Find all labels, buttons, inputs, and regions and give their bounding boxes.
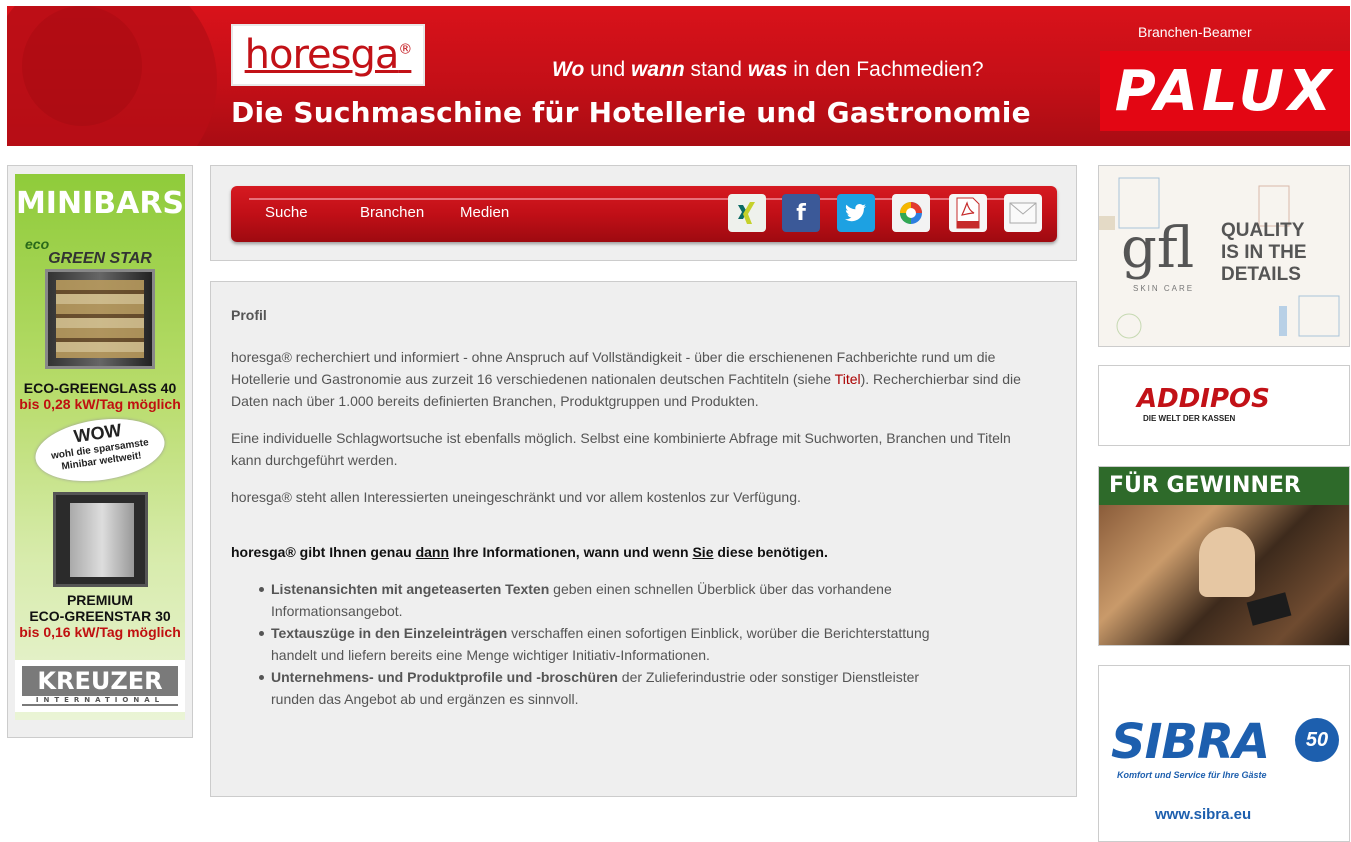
bullet-bold: Listenansichten mit angeteaserten Texten	[271, 581, 550, 597]
registered-mark: ®	[398, 41, 412, 58]
ad-sibra[interactable]: SIBRA 50 Komfort und Service für Ihre Gä…	[1098, 665, 1350, 842]
tagline-stand: stand	[684, 58, 748, 81]
kreuzer-sub: INTERNATIONAL	[22, 696, 178, 704]
tagline-und: und	[584, 58, 631, 81]
wow-badge: WOW wohl die sparsamste Minibar weltweit!	[31, 411, 169, 489]
profile-heading: Profil	[231, 307, 267, 323]
ad-power-2: bis 0,16 kW/Tag möglich	[19, 624, 181, 640]
gfl-slogan: QUALITY IS IN THE DETAILS	[1221, 220, 1307, 286]
nav-medien[interactable]: Medien	[460, 204, 509, 221]
addipos-logo: ADDIPOS	[1137, 384, 1270, 414]
bullet-bold: Textauszüge in den Einzeleinträgen	[271, 625, 508, 641]
glass-minibar-image	[45, 269, 155, 369]
xing-icon[interactable]	[728, 194, 766, 232]
ad-gfl[interactable]: gfl SKIN CARE QUALITY IS IN THE DETAILS	[1098, 165, 1350, 347]
person-figure	[1199, 527, 1255, 597]
kreuzer-text: KREUZER	[37, 667, 163, 695]
nav-frame: Suche Branchen Medien f	[210, 165, 1077, 261]
minibars-banner[interactable]: MINIBARS eco GREEN STAR ECO-GREENGLASS 4…	[15, 174, 185, 720]
ad-premium: PREMIUM	[66, 592, 134, 608]
ad-title: MINIBARS	[15, 186, 185, 221]
left-ad-minibars[interactable]: MINIBARS eco GREEN STAR ECO-GREENGLASS 4…	[7, 165, 193, 738]
list-item: Textauszüge in den Einzeleinträgen versc…	[259, 622, 961, 666]
tagline-rest: in den Fachmedien?	[787, 58, 984, 81]
profile-paragraph-1: horesga® recherchiert und informiert - o…	[231, 346, 1031, 412]
list-item: Unternehmens- und Produktprofile und -br…	[259, 666, 961, 710]
sibra-url[interactable]: www.sibra.eu	[1155, 806, 1251, 823]
page-headline: Die Suchmaschine für Hotellerie und Gast…	[231, 96, 1031, 129]
twitter-icon[interactable]	[837, 194, 875, 232]
eye-graphic	[7, 6, 217, 146]
sibra-sub: Komfort und Service für Ihre Gäste	[1117, 770, 1267, 780]
minibar-image	[53, 492, 148, 587]
profile-paragraph-2: Eine individuelle Schlagwortsuche ist eb…	[231, 430, 1011, 468]
gfl-logo: gfl	[1121, 216, 1195, 281]
profile-content: Profil horesga® recherchiert und informi…	[210, 281, 1077, 797]
pdf-icon[interactable]	[949, 194, 987, 232]
profile-lead: horesga® gibt Ihnen genau dann Ihre Info…	[231, 541, 1031, 563]
horesga-logo[interactable]: horesga®	[231, 24, 425, 86]
slogan-line: IS IN THE	[1221, 242, 1307, 263]
sibra-logo: SIBRA	[1111, 714, 1270, 770]
lead-part-b: Ihre Informationen, wann und wenn	[449, 544, 693, 560]
nav-branchen[interactable]: Branchen	[360, 204, 424, 221]
lead-part-c: diese benötigen.	[713, 544, 828, 560]
slogan-line: QUALITY	[1221, 220, 1305, 241]
ad-greenstar: GREEN STAR	[48, 250, 152, 267]
ad-model-1: ECO-GREENGLASS 40	[23, 380, 177, 396]
google-buzz-icon[interactable]	[892, 194, 930, 232]
ad-power-1: bis 0,28 kW/Tag möglich	[19, 396, 181, 412]
titel-link[interactable]: Titel	[835, 371, 861, 387]
nav-suche[interactable]: Suche	[265, 204, 308, 221]
palux-banner[interactable]: PALUX	[1100, 51, 1350, 131]
gewinner-title: FÜR GEWINNER	[1109, 473, 1301, 498]
list-item: Listenansichten mit angeteaserten Texten…	[259, 578, 961, 622]
addipos-sub: DIE WELT DER KASSEN	[1143, 414, 1236, 423]
bullet-bold: Unternehmens- und Produktprofile und -br…	[271, 669, 618, 685]
tagline-was: was	[747, 58, 788, 81]
lead-sie: Sie	[692, 544, 714, 560]
logo-text: horesga	[244, 32, 400, 78]
sponsor-label: Branchen-Beamer	[1138, 24, 1252, 40]
tagline-wo: Wo	[552, 58, 585, 81]
sibra-50-badge: 50	[1295, 718, 1339, 762]
feature-list: Listenansichten mit angeteaserten Texten…	[231, 578, 1056, 710]
profile-paragraph-3: horesga® steht allen Interessierten unei…	[231, 489, 801, 505]
main-nav: Suche Branchen Medien f	[231, 186, 1057, 242]
ad-addipos[interactable]: ADDIPOS DIE WELT DER KASSEN	[1098, 365, 1350, 446]
site-header: horesga® Wo und wann stand was in den Fa…	[7, 6, 1350, 146]
gfl-sub: SKIN CARE	[1133, 284, 1195, 293]
tagline: Wo und wann stand was in den Fachmedien?	[552, 58, 984, 82]
email-icon[interactable]	[1004, 194, 1042, 232]
tagline-wann: wann	[631, 58, 685, 81]
facebook-icon[interactable]: f	[782, 194, 820, 232]
kreuzer-logo[interactable]: KREUZER INTERNATIONAL	[15, 660, 185, 712]
ad-fuer-gewinner[interactable]: FÜR GEWINNER	[1098, 466, 1350, 646]
sibra-50-text: 50	[1305, 728, 1329, 751]
lead-part-a: horesga® gibt Ihnen genau	[231, 544, 416, 560]
ad-model-2: ECO-GREENSTAR 30	[29, 608, 171, 624]
lead-dann: dann	[415, 544, 450, 560]
palux-logo: PALUX	[1114, 58, 1336, 124]
slogan-line: DETAILS	[1221, 264, 1301, 285]
